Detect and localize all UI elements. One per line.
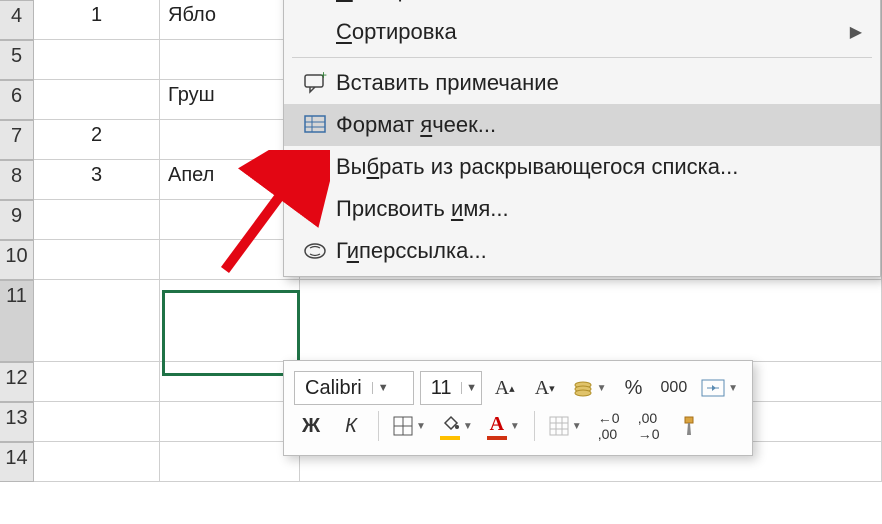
menu-item-hyperlink[interactable]: Гиперссылка... [284,230,880,272]
increase-decimal-button[interactable]: ←0,00 [592,409,626,443]
cell[interactable] [34,80,160,120]
cell[interactable] [34,362,160,402]
increase-decimal-icon: ←0,00 [598,410,620,442]
grid-icon [549,416,569,436]
chevron-down-icon: ▼ [463,421,473,432]
decrease-decimal-button[interactable]: ,00→0 [632,409,666,443]
cell[interactable] [160,442,300,482]
mini-toolbar: Calibri ▼ 11 ▼ A▴ A▾ ▼ % 000 ▼ Ж К ▼ [283,360,753,456]
font-size-value: 11 [421,377,462,400]
menu-separator [292,57,872,58]
fill-bucket-icon [440,413,460,440]
toolbar-separator [534,411,535,441]
row-header[interactable]: 13 [0,402,34,442]
cell[interactable] [34,402,160,442]
cell[interactable] [34,442,160,482]
chevron-down-icon: ▼ [572,421,582,432]
cell[interactable] [160,200,300,240]
submenu-arrow-icon: ▶ [850,22,862,42]
cell[interactable] [160,362,300,402]
cell[interactable]: Груш [160,80,300,120]
bold-button[interactable]: Ж [294,409,328,443]
borders-button[interactable]: ▼ [389,409,430,443]
accounting-format-button[interactable]: ▼ [568,371,611,405]
cell[interactable] [160,402,300,442]
comment-icon: + [294,72,336,94]
cell[interactable]: Апел [160,160,300,200]
row-header[interactable]: 14 [0,442,34,482]
cell[interactable]: Ябло [160,0,300,40]
menu-label: Присвоить имя... [336,196,862,222]
hyperlink-icon [294,241,336,261]
chevron-down-icon: ▼ [461,382,480,394]
font-size-combo[interactable]: 11 ▼ [420,371,482,405]
menu-item-insert-comment[interactable]: + Вставить примечание [284,62,880,104]
merge-icon [701,379,725,397]
menu-label: Гиперссылка... [336,238,862,264]
menu-label: Вставить примечание [336,70,862,96]
chevron-down-icon: ▼ [372,382,394,394]
currency-icon [572,379,594,397]
cell[interactable] [34,240,160,280]
font-name-value: Calibri [295,377,372,400]
row-header[interactable]: 7 [0,120,34,160]
format-painter-button[interactable] [672,409,706,443]
chevron-down-icon: ▼ [597,383,607,394]
cell[interactable] [34,280,160,362]
cell[interactable] [160,40,300,80]
row-header[interactable]: 12 [0,362,34,402]
cell[interactable] [34,200,160,240]
cell[interactable] [160,120,300,160]
menu-item-pick-from-list[interactable]: Выбрать из раскрывающегося списка... [284,146,880,188]
format-cells-icon [294,114,336,136]
font-name-combo[interactable]: Calibri ▼ [294,371,414,405]
borders-icon [393,416,413,436]
borders-grid-button[interactable]: ▼ [545,409,586,443]
comma-format-button[interactable]: 000 [657,371,692,405]
row-header[interactable]: 4 [0,0,34,40]
menu-label: Сортировка [336,19,850,45]
cell[interactable]: 2 [34,120,160,160]
font-color-button[interactable]: A ▼ [483,409,524,443]
increase-font-button[interactable]: A▴ [488,371,522,405]
menu-label: Фильтр [336,0,850,3]
decrease-font-button[interactable]: A▾ [528,371,562,405]
chevron-down-icon: ▼ [416,421,426,432]
merge-cells-button[interactable]: ▼ [697,371,742,405]
menu-item-format-cells[interactable]: Формат ячеек... [284,104,880,146]
row-header[interactable]: 8 [0,160,34,200]
row-header[interactable]: 10 [0,240,34,280]
cell[interactable]: 3 [34,160,160,200]
context-menu: Фильтр ▶ Сортировка ▶ + Вставить примеча… [283,0,881,277]
row-header[interactable]: 9 [0,200,34,240]
percent-format-button[interactable]: % [617,371,651,405]
menu-item-define-name[interactable]: Присвоить имя... [284,188,880,230]
cell[interactable] [160,280,300,362]
cell[interactable] [160,240,300,280]
row-header[interactable]: 6 [0,80,34,120]
menu-label: Выбрать из раскрывающегося списка... [336,154,862,180]
svg-text:+: + [320,72,327,82]
menu-item-filter[interactable]: Фильтр ▶ [284,0,880,11]
cell[interactable] [34,40,160,80]
fill-color-button[interactable]: ▼ [436,409,477,443]
paintbrush-icon [679,415,699,437]
cell[interactable]: 1 [34,0,160,40]
chevron-down-icon: ▼ [510,421,520,432]
decrease-decimal-icon: ,00→0 [638,410,660,442]
toolbar-separator [378,411,379,441]
chevron-down-icon: ▼ [728,383,738,394]
cell[interactable] [300,280,882,362]
row-header[interactable]: 5 [0,40,34,80]
menu-label: Формат ячеек... [336,112,862,138]
menu-item-sort[interactable]: Сортировка ▶ [284,11,880,53]
italic-button[interactable]: К [334,409,368,443]
font-color-icon: A [487,413,507,440]
row-header[interactable]: 11 [0,280,34,362]
